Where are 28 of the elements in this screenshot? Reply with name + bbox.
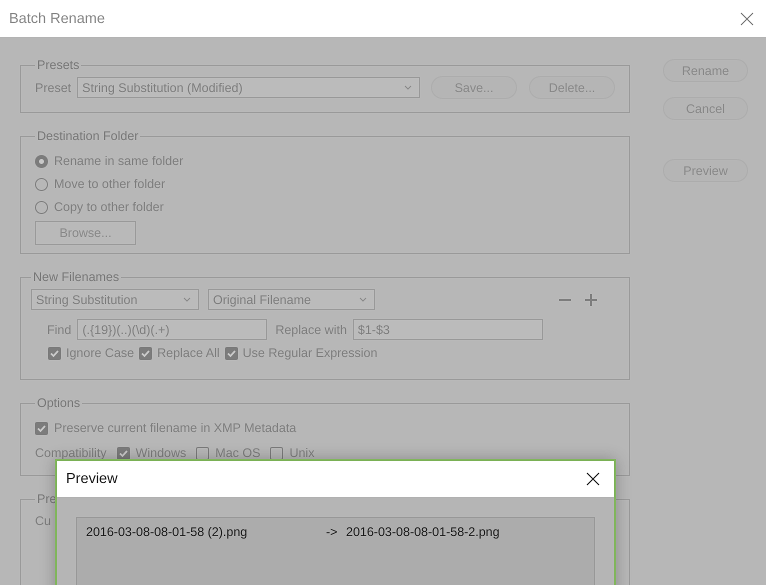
- radio-button[interactable]: [35, 154, 48, 168]
- input-field[interactable]: $1-$3: [352, 319, 543, 340]
- dialog-title: Preview: [66, 471, 118, 487]
- dropdown[interactable]: String Substitution: [31, 289, 199, 310]
- arrow-text: ->: [326, 525, 338, 539]
- group-legend: New Filenames: [31, 270, 122, 284]
- checkbox[interactable]: [116, 446, 130, 460]
- caret-icon: [404, 85, 412, 90]
- caret-icon: [359, 297, 367, 302]
- group-legend: Options: [35, 396, 82, 410]
- group-legend: Presets: [35, 58, 82, 72]
- preset-dropdown[interactable]: String Substitution (Modified): [77, 77, 420, 98]
- plus-icon[interactable]: [585, 294, 597, 306]
- input-field[interactable]: (.{19})(..)(\d)(.+): [77, 319, 268, 340]
- window-title: Batch Rename: [9, 10, 105, 26]
- group-legend: Destination Folder: [35, 129, 140, 143]
- original-filename: 2016-03-08-08-01-58 (2).png: [86, 525, 248, 539]
- checkbox[interactable]: [139, 346, 152, 360]
- checkbox[interactable]: [224, 346, 238, 360]
- radio-button[interactable]: [35, 178, 48, 190]
- checkbox[interactable]: [35, 422, 48, 434]
- dropdown[interactable]: Original Filename: [208, 289, 375, 310]
- checkbox[interactable]: [48, 346, 61, 360]
- radio-button[interactable]: [35, 200, 48, 214]
- close-icon[interactable]: [586, 472, 600, 486]
- group-legend: Pre: [35, 492, 58, 506]
- renamed-filename: 2016-03-08-08-01-58-2.png: [346, 525, 501, 539]
- caret-icon: [183, 297, 191, 302]
